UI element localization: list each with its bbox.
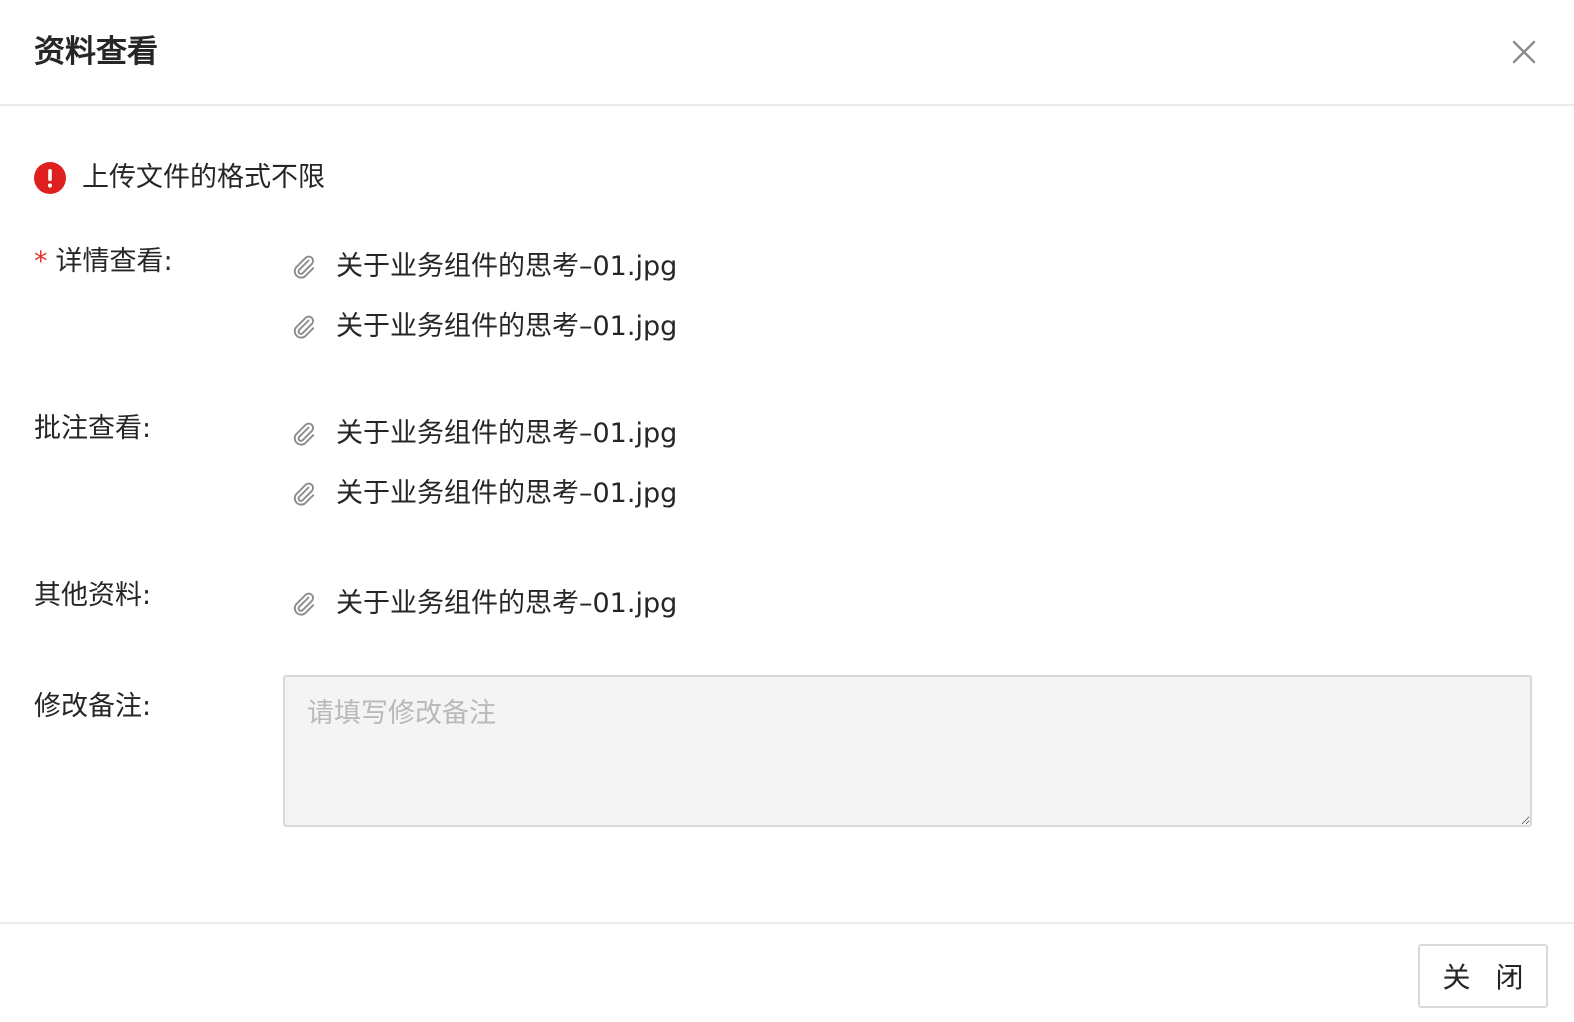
required-mark: * <box>34 246 48 277</box>
other-label: 其他资料: <box>34 580 152 611</box>
notice-text: 上传文件的格式不限 <box>82 162 325 193</box>
format-notice: 上传文件的格式不限 <box>34 156 325 200</box>
detail-label: * 详情查看: <box>34 242 173 282</box>
close-button[interactable]: 关 闭 <box>1418 944 1548 1008</box>
close-icon[interactable] <box>1504 34 1544 74</box>
annotation-file-2[interactable]: 关于业务组件的思考–01.jpg <box>290 474 677 514</box>
file-name: 关于业务组件的思考–01.jpg <box>336 311 678 342</box>
annotation-file-1[interactable]: 关于业务组件的思考–01.jpg <box>290 414 677 454</box>
file-name: 关于业务组件的思考–01.jpg <box>336 478 678 509</box>
footer-divider <box>0 922 1574 924</box>
other-file-1[interactable]: 关于业务组件的思考–01.jpg <box>290 584 677 624</box>
paperclip-icon <box>293 315 315 339</box>
paperclip-icon <box>293 592 315 616</box>
detail-file-1[interactable]: 关于业务组件的思考–01.jpg <box>290 247 677 287</box>
paperclip-icon <box>293 482 315 506</box>
error-circle-icon <box>34 162 66 194</box>
remark-textarea[interactable] <box>283 675 1532 827</box>
paperclip-icon <box>293 255 315 279</box>
paperclip-icon <box>293 422 315 446</box>
dialog-header: 资料查看 <box>0 0 1574 106</box>
dialog-title: 资料查看 <box>34 34 158 70</box>
detail-label-text: 详情查看: <box>55 246 173 277</box>
file-name: 关于业务组件的思考–01.jpg <box>336 251 678 282</box>
remark-label: 修改备注: <box>34 691 152 722</box>
detail-file-2[interactable]: 关于业务组件的思考–01.jpg <box>290 307 677 347</box>
dialog: 资料查看 上传文件的格式不限 * 详情查看: 关于业务组件的思考–01.jpg 关… <box>0 0 1574 1022</box>
file-name: 关于业务组件的思考–01.jpg <box>336 588 678 619</box>
annotation-label: 批注查看: <box>34 413 152 444</box>
file-name: 关于业务组件的思考–01.jpg <box>336 418 678 449</box>
